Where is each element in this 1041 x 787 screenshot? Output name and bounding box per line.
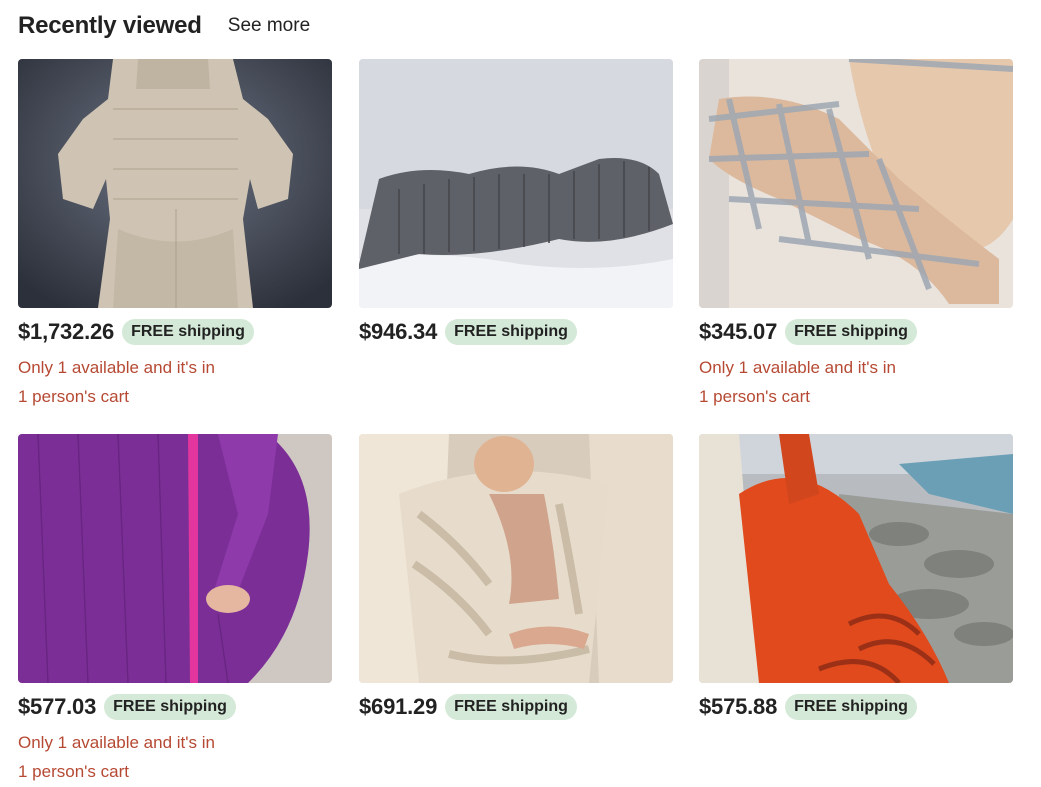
listing-image[interactable] xyxy=(18,59,332,308)
listing-image-graphic xyxy=(699,59,1013,308)
listing-card[interactable]: $575.88 FREE shipping xyxy=(699,434,1013,721)
free-shipping-badge: FREE shipping xyxy=(445,319,577,345)
free-shipping-badge: FREE shipping xyxy=(122,319,254,345)
see-more-link[interactable]: See more xyxy=(228,15,310,37)
free-shipping-badge: FREE shipping xyxy=(104,694,236,720)
listing-image[interactable] xyxy=(359,434,673,683)
price-row: $577.03 FREE shipping xyxy=(18,693,332,721)
listing-price: $1,732.26 xyxy=(18,319,115,344)
price-row: $946.34 FREE shipping xyxy=(359,318,673,346)
listing-card[interactable]: $577.03 FREE shipping Only 1 available a… xyxy=(18,434,332,786)
stock-notice: Only 1 available and it's in 1 person's … xyxy=(699,353,949,411)
price-row: $691.29 FREE shipping xyxy=(359,693,673,721)
listing-image-graphic xyxy=(18,434,332,683)
listing-image[interactable] xyxy=(359,59,673,308)
stock-notice: Only 1 available and it's in 1 person's … xyxy=(18,728,268,786)
listing-price: $575.88 xyxy=(699,694,778,719)
listing-image-graphic xyxy=(359,59,673,308)
price-row: $345.07 FREE shipping xyxy=(699,318,1013,346)
listing-price: $345.07 xyxy=(699,319,778,344)
free-shipping-badge: FREE shipping xyxy=(785,319,917,345)
recently-viewed-header: Recently viewed See more xyxy=(18,10,310,42)
stock-notice-line: 1 person's cart xyxy=(699,387,810,406)
listing-price: $577.03 xyxy=(18,694,97,719)
free-shipping-badge: FREE shipping xyxy=(785,694,917,720)
stock-notice-line: Only 1 available and it's in xyxy=(699,358,896,377)
price-row: $575.88 FREE shipping xyxy=(699,693,1013,721)
price-row: $1,732.26 FREE shipping xyxy=(18,318,332,346)
listing-image-graphic xyxy=(359,434,673,683)
listing-image-graphic xyxy=(18,59,332,308)
listing-image[interactable] xyxy=(18,434,332,683)
listing-price: $946.34 xyxy=(359,319,438,344)
section-title: Recently viewed xyxy=(18,12,202,39)
listing-card[interactable]: $946.34 FREE shipping xyxy=(359,59,673,346)
listing-card[interactable]: $345.07 FREE shipping Only 1 available a… xyxy=(699,59,1013,411)
listing-card[interactable]: $691.29 FREE shipping xyxy=(359,434,673,721)
stock-notice-line: Only 1 available and it's in xyxy=(18,733,215,752)
listing-price: $691.29 xyxy=(359,694,438,719)
stock-notice-line: 1 person's cart xyxy=(18,762,129,781)
free-shipping-badge: FREE shipping xyxy=(445,694,577,720)
stock-notice: Only 1 available and it's in 1 person's … xyxy=(18,353,268,411)
listing-card[interactable]: $1,732.26 FREE shipping Only 1 available… xyxy=(18,59,332,411)
listing-image[interactable] xyxy=(699,434,1013,683)
listing-image[interactable] xyxy=(699,59,1013,308)
stock-notice-line: Only 1 available and it's in xyxy=(18,358,215,377)
listing-image-graphic xyxy=(699,434,1013,683)
stock-notice-line: 1 person's cart xyxy=(18,387,129,406)
